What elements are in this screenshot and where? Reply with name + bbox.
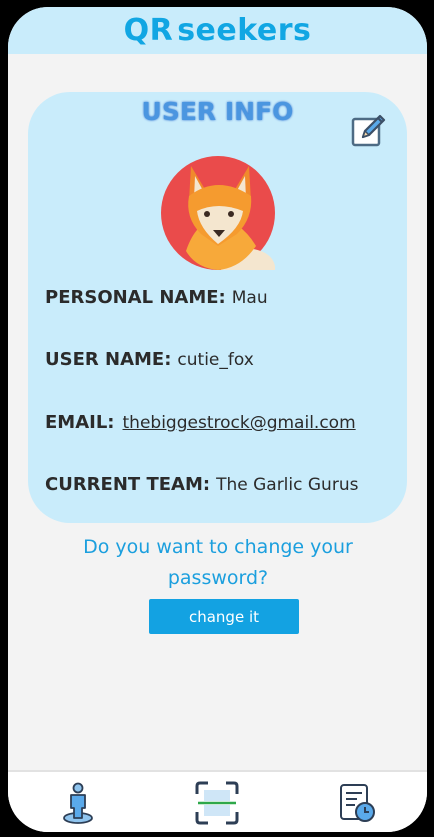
personal-name-row: PERSONAL NAME: Mau	[45, 287, 268, 308]
app-header: QR seekers	[8, 7, 427, 54]
current-team-row: CURRENT TEAM: The Garlic Gurus	[45, 474, 358, 495]
user-name-row: USER NAME: cutie_fox	[45, 349, 254, 370]
nav-history[interactable]	[332, 778, 382, 828]
history-report-icon	[340, 784, 376, 822]
email-label: EMAIL:	[45, 412, 115, 433]
app-title-prefix: QR	[123, 13, 174, 48]
app-screen: QR seekers USER INFO PERSONAL NAME: Mau …	[8, 7, 427, 832]
personal-name-value: Mau	[231, 288, 268, 308]
fox-avatar	[161, 156, 275, 270]
email-row: EMAIL: thebiggestrock@gmail.com	[45, 412, 356, 433]
user-name-value: cutie_fox	[177, 350, 254, 370]
change-password-button[interactable]: change it	[149, 599, 299, 634]
personal-name-label: PERSONAL NAME:	[45, 287, 226, 308]
user-name-label: USER NAME:	[45, 349, 172, 370]
qr-scanner-icon	[195, 781, 239, 825]
nav-scanner[interactable]	[192, 778, 242, 828]
email-link[interactable]: thebiggestrock@gmail.com	[123, 413, 356, 433]
user-profile-icon	[62, 782, 93, 824]
user-info-card: USER INFO PERSONAL NAME: Mau USER NAME: …	[28, 92, 407, 523]
change-password-prompt: Do you want to change your password?	[83, 536, 353, 589]
current-team-label: CURRENT TEAM:	[45, 474, 211, 495]
bottom-nav	[8, 770, 427, 832]
edit-profile-button[interactable]	[350, 112, 386, 148]
edit-pencil-icon	[351, 114, 386, 147]
nav-profile[interactable]	[53, 778, 103, 828]
current-team-value: The Garlic Gurus	[216, 475, 359, 495]
app-title-suffix: seekers	[177, 13, 312, 48]
